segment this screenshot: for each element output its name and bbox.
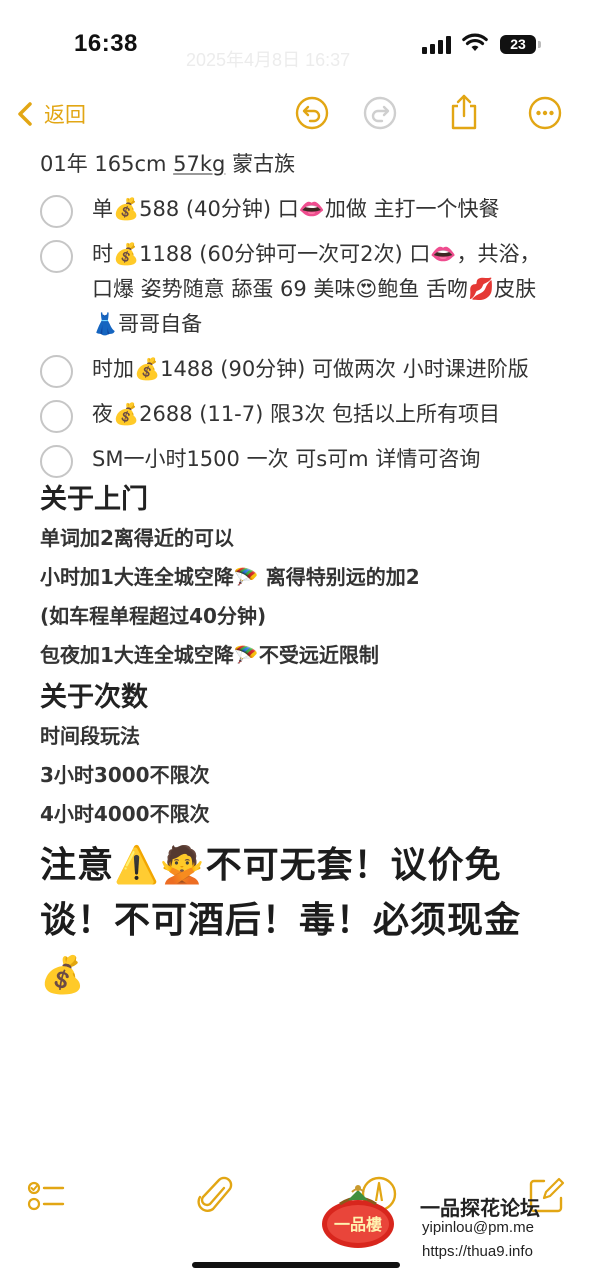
note-body[interactable]: 01年 165cm 57kg 蒙古族 单💰588 (40分钟) 口👄加做 主打一… — [40, 148, 560, 1003]
visit-line: 单词加2离得近的可以 — [40, 526, 234, 550]
attachment-icon[interactable] — [196, 1174, 234, 1218]
ghost-date-text: 2025年4月8日 16:37 — [186, 50, 351, 70]
more-icon[interactable] — [528, 96, 562, 130]
checklist-item-text: 时加💰1488 (90分钟) 可做两次 小时课进阶版 — [92, 357, 529, 381]
checklist-item: 单💰588 (40分钟) 口👄加做 主打一个快餐 — [40, 192, 560, 228]
heading-visit: 关于上门 — [40, 484, 148, 515]
watermark-url: https://thua9.info — [422, 1243, 533, 1260]
visit-line: 包夜加1大连全城空降🪂不受远近限制 — [40, 643, 379, 667]
meta-prefix: 01年 165cm — [40, 152, 174, 176]
checkbox-circle[interactable] — [40, 355, 73, 388]
share-icon[interactable] — [446, 92, 482, 132]
count-line: 时间段玩法 — [40, 724, 140, 748]
undo-icon[interactable] — [295, 96, 329, 130]
checklist-item-text: 夜💰2688 (11-7) 限3次 包括以上所有项目 — [92, 402, 501, 426]
back-label: 返回 — [44, 103, 86, 127]
cellular-signal-icon — [422, 36, 452, 54]
warning-text: 注意⚠️🙅不可无套！议价免谈！不可酒后！毒！必须现金💰 — [40, 845, 522, 996]
battery-indicator: 23 — [500, 35, 536, 54]
checkbox-circle[interactable] — [40, 445, 73, 478]
count-line: 4小时4000不限次 — [40, 802, 210, 826]
status-bar: 2025年4月8日 16:37 16:38 23 — [0, 0, 590, 90]
checkbox-circle[interactable] — [40, 195, 73, 228]
battery-tip — [538, 41, 541, 48]
yipinlou-logo-icon: 一品樓 — [322, 1185, 394, 1248]
checklist-item-text: 单💰588 (40分钟) 口👄加做 主打一个快餐 — [92, 197, 500, 221]
checklist-item: 夜💰2688 (11-7) 限3次 包括以上所有项目 — [40, 397, 560, 433]
heading-count: 关于次数 — [40, 682, 148, 713]
meta-weight: 57kg — [173, 152, 226, 176]
back-button[interactable]: 返回 — [12, 98, 86, 130]
home-indicator[interactable] — [192, 1262, 400, 1268]
status-time: 16:38 — [74, 30, 138, 57]
note-meta-line: 01年 165cm 57kg 蒙古族 — [40, 148, 560, 182]
logo-text: 一品樓 — [334, 1215, 382, 1234]
checkbox-circle[interactable] — [40, 400, 73, 433]
redo-icon[interactable] — [363, 96, 397, 130]
checklist-item-text: 时💰1188 (60分钟可一次可2次) 口👄，共浴， 口爆 姿势随意 舔蛋 69… — [92, 242, 541, 336]
checklist-item-text: SM一小时1500 一次 可s可m 详情可咨询 — [92, 447, 481, 471]
checklist-item: SM一小时1500 一次 可s可m 详情可咨询 — [40, 442, 560, 478]
checkbox-circle[interactable] — [40, 240, 73, 273]
watermark-title: 一品探花论坛 — [420, 1196, 540, 1220]
count-line: 3小时3000不限次 — [40, 763, 210, 787]
checklist-item: 时💰1188 (60分钟可一次可2次) 口👄，共浴， 口爆 姿势随意 舔蛋 69… — [40, 237, 560, 342]
checklist-item: 时加💰1488 (90分钟) 可做两次 小时课进阶版 — [40, 352, 560, 388]
meta-suffix: 蒙古族 — [225, 152, 296, 176]
watermark-email: yipinlou@pm.me — [422, 1219, 534, 1236]
chevron-left-icon — [18, 102, 32, 126]
wifi-icon — [462, 33, 488, 51]
note-nav-bar: 返回 — [0, 90, 590, 140]
visit-line: 小时加1大连全城空降🪂 离得特别远的加2 — [40, 565, 420, 589]
visit-line: (如车程单程超过40分钟) — [40, 604, 267, 628]
checklist-icon[interactable] — [26, 1176, 66, 1216]
